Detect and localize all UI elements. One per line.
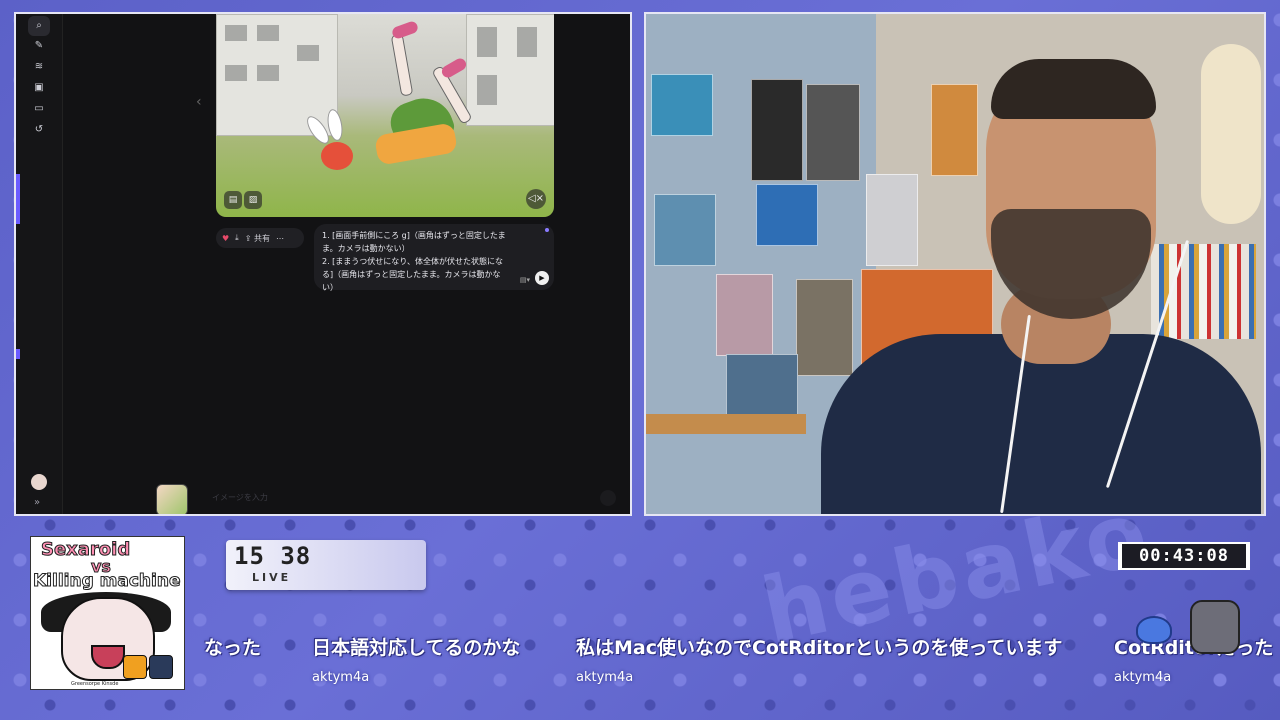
generated-video[interactable]: ▤ ▨ ◁× <box>216 14 554 217</box>
window <box>517 27 537 57</box>
prompt-line: 2. [ままうつ伏せになり、体全体が伏せた状態にな <box>322 257 503 266</box>
download-icon[interactable]: ⤓ <box>235 233 239 243</box>
shelf <box>646 414 806 434</box>
like-icon[interactable]: ♥ <box>222 234 229 243</box>
edit-icon[interactable]: ✎ <box>33 40 45 52</box>
prompt-line: 1. [画面手前側にころ g]（画角はずっと固定したま <box>322 231 506 240</box>
chat-message-text: なった <box>204 637 262 659</box>
folder-icon[interactable]: ▭ <box>33 103 45 115</box>
window <box>257 25 279 41</box>
clock-widget: 15 38 LIVE <box>226 540 426 590</box>
image-icon[interactable]: ▣ <box>33 82 45 94</box>
mute-icon[interactable]: ◁× <box>526 189 546 209</box>
background-building <box>216 14 338 136</box>
poster <box>654 194 716 266</box>
game-cover-art: Sexaroid vs Killing machine Greensorpe K… <box>30 536 185 690</box>
chat-ticker: なった 日本語対応してるのかな aktym4a 私はMac使いなのでCotRdi… <box>190 605 1280 690</box>
prompt-bubble[interactable]: 1. [画面手前側にころ g]（画角はずっと固定したま ま。カメラは動かない） … <box>314 224 554 292</box>
expand-sidebar-icon[interactable]: » <box>34 497 40 508</box>
chat-message: 日本語対応してるのかな aktym4a <box>312 633 520 685</box>
chat-username: aktym4a <box>1114 670 1172 685</box>
window <box>225 65 247 81</box>
poster <box>726 354 798 416</box>
previous-arrow-icon[interactable]: ‹ <box>196 94 202 110</box>
more-options-icon[interactable]: ⋯ <box>276 234 284 243</box>
screen-capture-panel: ⌕ ✎ ≋ ▣ ▭ ↺ » ‹ ▤ ▨ ◁× ♥ ⤓ ⇪ 共有 ⋯ 1. [画面… <box>14 12 632 516</box>
status-dot <box>545 228 549 232</box>
window <box>257 65 279 81</box>
poster <box>806 84 860 181</box>
character-head <box>321 142 353 170</box>
prompt-line: る]（画角はずっと固定したまま。カメラは動かな <box>322 270 501 279</box>
stream-timer: 00:43:08 <box>1118 542 1250 570</box>
poster <box>796 279 853 376</box>
person-hair <box>991 59 1156 119</box>
storyboard-icon[interactable]: ▤ <box>224 191 242 209</box>
poster <box>756 184 818 246</box>
clock-time: 15 38 <box>234 542 312 570</box>
sidebar-accent <box>16 174 20 224</box>
prompt-line: ま。カメラは動かない） <box>322 244 410 253</box>
chat-message: 私はMac使いなのでCotRditorというのを使っています aktym4a <box>576 633 1062 685</box>
poster <box>716 274 773 356</box>
window <box>477 27 497 57</box>
send-icon[interactable] <box>600 490 616 506</box>
poster <box>866 174 918 266</box>
play-icon[interactable]: ▶ <box>535 271 549 285</box>
live-label: LIVE <box>252 571 292 584</box>
video-actions: ♥ ⤓ ⇪ 共有 ⋯ <box>216 228 304 248</box>
mascot-sprite-blue <box>1136 616 1172 644</box>
prompt-line: い） <box>322 283 338 292</box>
poster <box>931 84 978 176</box>
bookshelf <box>1151 244 1256 339</box>
window <box>225 25 247 41</box>
window <box>297 45 319 61</box>
cover-title-line3: Killing machine <box>33 571 181 592</box>
character-body <box>374 122 458 166</box>
search-icon[interactable]: ⌕ <box>28 16 50 36</box>
chat-message-text: 私はMac使いなのでCotRditorというのを使っています <box>576 637 1063 659</box>
character-leg <box>390 33 414 97</box>
mascot-sprite-cat <box>1190 600 1240 654</box>
chat-message-text: 日本語対応してるのかな <box>312 637 521 659</box>
history-icon[interactable]: ↺ <box>33 124 45 136</box>
publisher-logo <box>123 655 147 679</box>
prompt-input[interactable]: イメージを入力 <box>202 488 622 510</box>
share-button[interactable]: ⇪ 共有 <box>245 233 270 244</box>
chat-username: aktym4a <box>576 670 634 685</box>
share-label: 共有 <box>253 233 270 243</box>
poster <box>651 74 713 136</box>
studio-logo <box>149 655 173 679</box>
plush-toy <box>1201 44 1261 224</box>
chat-username: aktym4a <box>312 670 370 685</box>
cover-credit: Greensorpe Kinsde <box>71 681 119 687</box>
webcam-panel <box>644 12 1266 516</box>
character-shoe <box>439 56 469 80</box>
chat-message: なった <box>204 633 261 670</box>
background-building <box>466 14 554 126</box>
poster <box>751 79 803 181</box>
cover-title-line1: Sexaroid <box>40 539 131 561</box>
waveform-icon[interactable]: ≋ <box>33 61 45 73</box>
avatar[interactable] <box>31 474 47 490</box>
image-view-icon[interactable]: ▨ <box>244 191 262 209</box>
sidebar-accent-2 <box>16 349 20 359</box>
window <box>477 75 497 105</box>
character-shoe <box>390 19 420 41</box>
app-sidebar: ⌕ ✎ ≋ ▣ ▭ ↺ » <box>16 14 63 514</box>
settings-icon[interactable]: ▤▾ <box>520 276 530 284</box>
prompt-input-placeholder: イメージを入力 <box>212 493 268 502</box>
reference-image-thumbnail[interactable] <box>156 484 188 514</box>
stream-timer-value: 00:43:08 <box>1122 544 1246 568</box>
